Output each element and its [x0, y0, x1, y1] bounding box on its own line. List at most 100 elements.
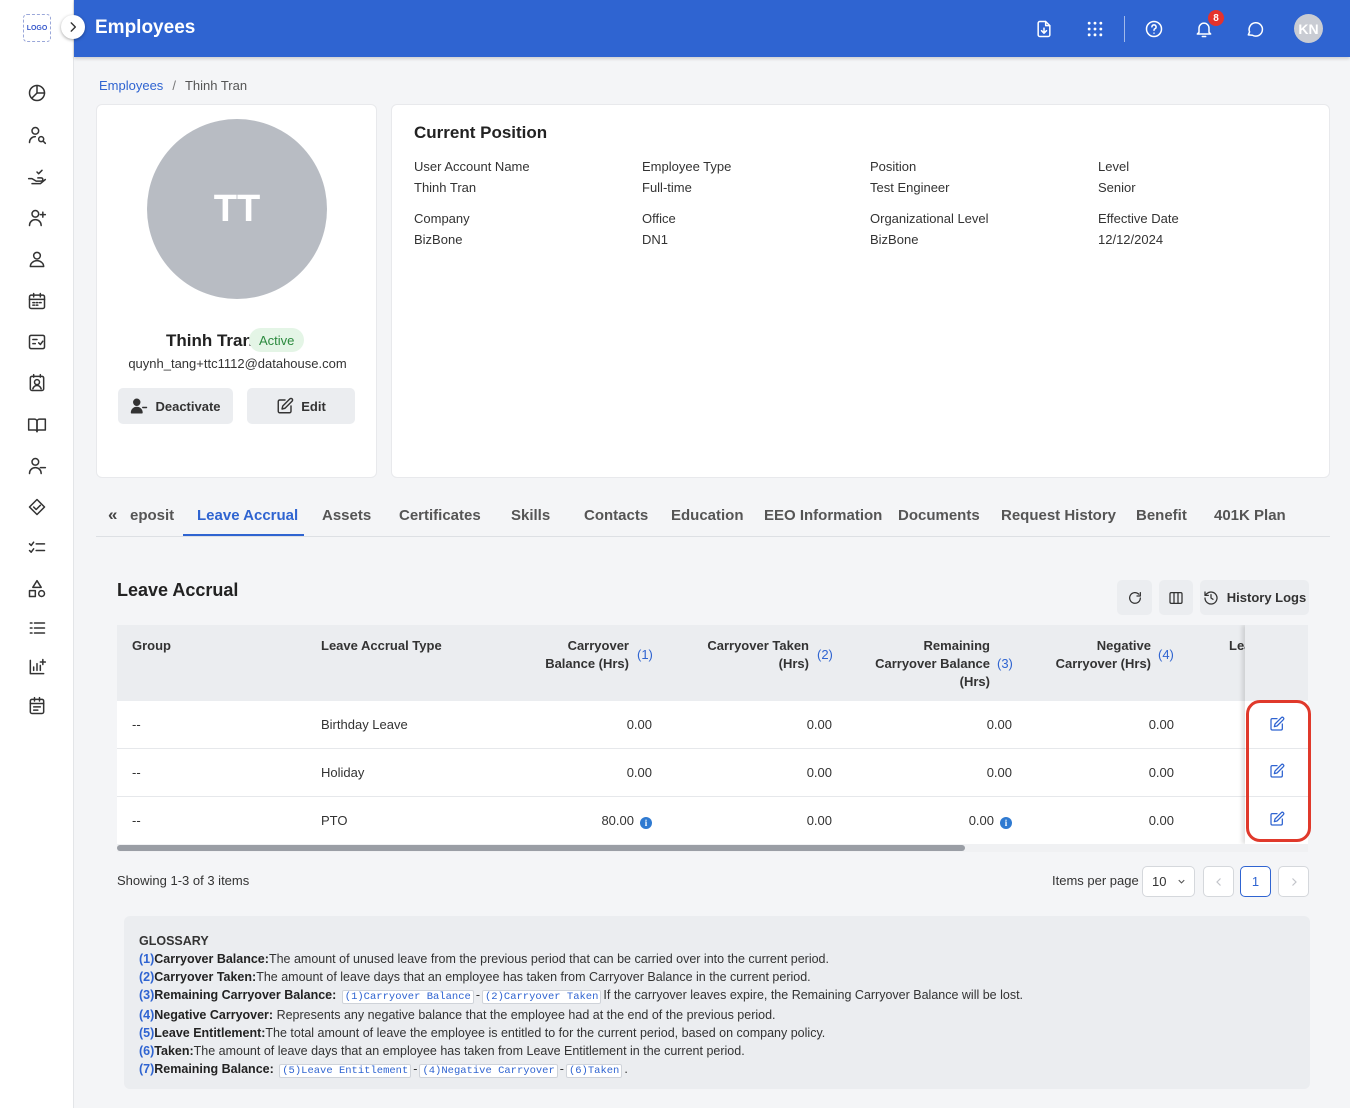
ordered-list-icon[interactable]	[26, 617, 48, 639]
task-list-icon[interactable]	[26, 537, 48, 559]
notification-badge: 8	[1208, 10, 1224, 26]
glossary-number: (4)	[139, 1008, 155, 1022]
breadcrumb-current: Thinh Tran	[184, 78, 248, 93]
tab-contacts[interactable]: Contacts	[584, 507, 648, 524]
field-value: Thinh Tran	[414, 180, 477, 195]
history-logs-button[interactable]: History Logs	[1200, 580, 1309, 615]
edit-profile-button[interactable]: Edit	[247, 388, 355, 424]
column-header-remaining-carryover: Remaining Carryover Balance (Hrs)	[875, 637, 990, 691]
field-effective-date: Effective Date 12/12/2024	[1098, 211, 1318, 247]
hand-check-icon[interactable]	[26, 166, 48, 188]
user-search-icon[interactable]	[26, 124, 48, 146]
user-minus-icon	[131, 398, 148, 414]
glossary-item: (1)Carryover Balance:The amount of unuse…	[139, 950, 1295, 968]
tab-skills[interactable]: Skills	[511, 507, 550, 524]
chevron-right-icon	[70, 22, 77, 32]
cell-remaining-carryover: 0.00	[986, 717, 1012, 732]
tab-401k-plan[interactable]: 401K Plan	[1214, 507, 1286, 524]
book-icon[interactable]	[26, 414, 48, 436]
tab-leave-accrual[interactable]: Leave Accrual	[197, 507, 298, 524]
glossary-text: Represents any negative balance that the…	[276, 1008, 776, 1022]
field-label: User Account Name	[414, 159, 530, 174]
tab-education[interactable]: Education	[671, 507, 744, 524]
refresh-button[interactable]	[1117, 580, 1152, 615]
export-icon[interactable]	[1032, 17, 1056, 41]
apps-grid-icon[interactable]	[1083, 17, 1107, 41]
leave-accrual-title: Leave Accrual	[117, 580, 239, 600]
footnote-number: (4)	[1158, 647, 1174, 662]
cell-leave-type: Holiday	[321, 765, 365, 780]
glossary-text: If the carryover leaves expire, the Rema…	[603, 988, 1024, 1002]
glossary-term: Remaining Carryover Balance:	[154, 988, 337, 1002]
glossary-title: GLOSSARY	[139, 934, 209, 948]
columns-button[interactable]	[1159, 580, 1193, 615]
cell-carryover-taken: 0.00	[806, 765, 832, 780]
highlight-annotation	[1246, 700, 1311, 842]
tab-bar: « eposit Leave Accrual Assets Certificat…	[96, 496, 1330, 537]
tab-assets[interactable]: Assets	[322, 507, 371, 524]
sidebar-expand-button[interactable]	[61, 15, 85, 39]
glossary-item: (3)Remaining Carryover Balance: (1)Carry…	[139, 986, 1295, 1006]
chart-add-icon[interactable]	[26, 656, 48, 678]
user-minus-icon[interactable]	[26, 455, 48, 477]
tab-benefit[interactable]: Benefit	[1136, 507, 1187, 524]
shapes-icon[interactable]	[26, 578, 48, 600]
info-icon[interactable]: i	[1000, 817, 1012, 829]
items-per-page-select[interactable]: 10	[1142, 866, 1195, 897]
tabs-scroll-left-button[interactable]: «	[108, 505, 117, 525]
info-icon[interactable]: i	[640, 817, 652, 829]
cell-carryover-balance: 0.00	[626, 765, 652, 780]
tab-deposit[interactable]: eposit	[130, 507, 174, 524]
help-icon[interactable]	[1142, 17, 1166, 41]
breadcrumb-separator: /	[172, 78, 176, 93]
column-header-number-2: (2)	[817, 646, 833, 664]
previous-page-button[interactable]	[1203, 866, 1234, 897]
user-avatar[interactable]: KN	[1294, 14, 1323, 43]
tab-eeo-information[interactable]: EEO Information	[764, 507, 882, 524]
profile-avatar: TT	[147, 119, 327, 299]
formula-token: (4)Negative Carryover	[419, 1064, 558, 1078]
glossary-term: Negative Carryover:	[154, 1008, 274, 1022]
glossary-number: (2)	[139, 970, 155, 984]
column-header-negative-carryover: Negative Carryover (Hrs)	[1052, 637, 1151, 673]
tab-certificates[interactable]: Certificates	[399, 507, 481, 524]
formula-end: .	[624, 1062, 628, 1076]
handshake-icon[interactable]	[26, 496, 48, 518]
column-header-number-1: (1)	[637, 646, 653, 664]
cell-value: 80.00	[601, 813, 634, 828]
tab-request-history[interactable]: Request History	[1001, 507, 1116, 524]
header-line: Negative	[1096, 638, 1151, 653]
calendar-icon[interactable]	[26, 290, 48, 312]
cell-group: --	[132, 717, 141, 732]
field-label: Level	[1098, 159, 1130, 174]
sidebar: LOGO	[0, 0, 74, 1108]
dashboard-icon[interactable]	[26, 82, 48, 104]
schedule-icon[interactable]	[26, 695, 48, 717]
user-add-icon[interactable]	[26, 207, 48, 229]
chat-icon[interactable]	[1243, 17, 1267, 41]
column-header-group: Group	[132, 638, 171, 653]
cell-group: --	[132, 765, 141, 780]
breadcrumb-employees-link[interactable]: Employees	[99, 78, 163, 93]
column-header-carryover-taken: Carryover Taken (Hrs)	[707, 637, 809, 673]
page-1-button[interactable]: 1	[1240, 866, 1271, 897]
edit-label: Edit	[301, 398, 326, 414]
field-value: DN1	[642, 232, 669, 247]
tab-documents[interactable]: Documents	[898, 507, 980, 524]
next-page-button[interactable]	[1278, 866, 1309, 897]
formula-operator: -	[413, 1062, 418, 1076]
user-icon[interactable]	[26, 248, 48, 270]
deactivate-button[interactable]: Deactivate	[118, 388, 233, 424]
profile-card: TT Thinh Tran Active quynh_tang+ttc1112@…	[96, 104, 377, 478]
glossary-term: Carryover Taken:	[154, 970, 257, 984]
cell-remaining-carryover: 0.00 i	[897, 813, 1012, 829]
top-bar: Employees 8 KN	[74, 0, 1350, 57]
header-line: (Hrs)	[778, 656, 809, 671]
edit-icon	[277, 397, 294, 414]
contact-card-icon[interactable]	[26, 372, 48, 394]
cell-group: --	[132, 813, 141, 828]
checklist-icon[interactable]	[26, 331, 48, 353]
glossary-item: (6)Taken:The amount of leave days that a…	[139, 1042, 1295, 1060]
scrollbar-thumb[interactable]	[117, 845, 965, 851]
footnote-number: (3)	[997, 656, 1013, 671]
